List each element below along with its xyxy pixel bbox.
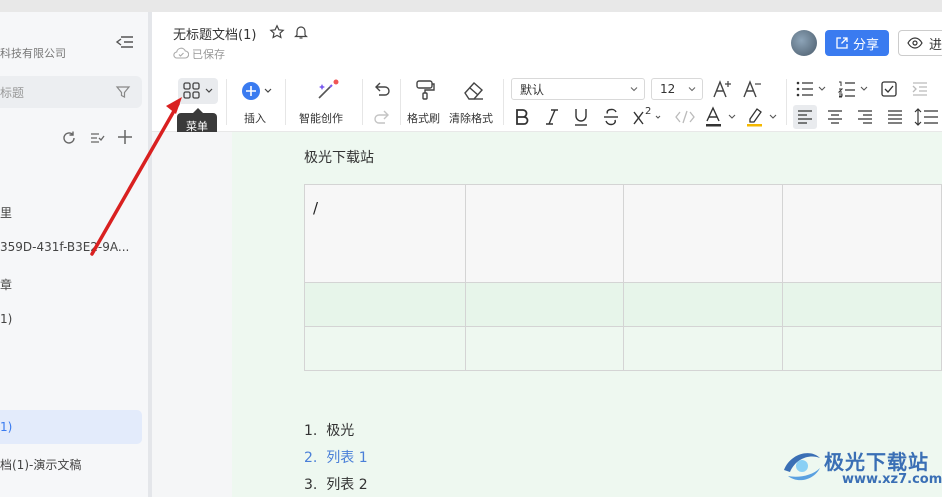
sidebar-item[interactable]: 里 [0,204,12,221]
clear-format-label[interactable]: 清除格式 [449,110,493,126]
cloud-saved-icon [173,46,189,60]
collapse-sidebar-icon[interactable] [115,33,135,51]
sidebar-item[interactable]: 359D-431f-B3E2-9A... [0,240,129,254]
toolbar-separator [362,79,363,125]
line-spacing-icon[interactable] [914,107,942,127]
table-cell-text[interactable]: / [305,185,465,217]
watermark-logo [778,442,826,490]
table-cell[interactable] [782,326,942,371]
font-family-select[interactable]: 默认 [511,78,645,100]
font-family-value: 默认 [520,82,545,97]
table-cell[interactable] [464,282,625,327]
save-status: 已保存 [192,48,225,61]
share-button[interactable]: 分享 [825,30,889,56]
refresh-icon[interactable] [60,129,78,147]
company-name: 科技有限公司 [0,47,66,60]
toolbar-separator [226,79,227,125]
chevron-down-icon [688,87,696,92]
share-icon [836,37,848,49]
table-cell[interactable]: / [304,184,466,283]
indent-icon[interactable] [911,80,929,98]
document-title[interactable]: 无标题文档(1) [173,24,256,43]
document-table[interactable]: / [304,184,942,371]
bold-icon[interactable] [513,107,531,127]
ai-create-label[interactable]: 智能创作 [299,110,343,126]
watermark-name: 极光下载站 [824,450,929,474]
table-cell[interactable] [623,282,784,327]
bell-icon[interactable] [293,24,309,40]
sidebar-search-input[interactable]: 标题 [0,84,24,101]
align-right-icon[interactable] [856,108,874,126]
list-item-number: 1. [304,423,318,439]
format-brush-icon[interactable] [413,78,437,102]
align-center-icon[interactable] [826,108,844,126]
redo-icon[interactable] [372,108,392,126]
multi-select-icon[interactable] [88,129,106,147]
font-size-select[interactable]: 12 [651,78,703,100]
filter-icon[interactable] [115,84,131,100]
undo-icon[interactable] [372,80,392,98]
eraser-icon[interactable] [461,78,487,102]
list-item-text[interactable]: 列表 1 [326,450,367,466]
user-avatar[interactable] [791,30,817,56]
strikethrough-icon[interactable] [602,107,620,127]
font-color-icon[interactable] [704,106,738,128]
view-label: 进 [929,37,942,53]
magic-wand-icon[interactable] [313,78,341,104]
list-item[interactable]: 2. 列表 1 [304,447,368,467]
code-icon[interactable] [674,107,696,127]
document-heading[interactable]: 极光下载站 [304,147,374,167]
format-brush-label[interactable]: 格式刷 [407,110,440,126]
list-item-number: 2. [304,450,318,466]
table-cell[interactable] [464,326,625,371]
font-size-value: 12 [660,82,676,96]
table-cell[interactable] [464,184,625,283]
window-top-strip [0,0,942,12]
bullet-list-icon[interactable] [795,80,829,98]
sidebar-item[interactable]: 章 [0,276,12,293]
numbered-list-icon[interactable] [837,80,871,98]
table-cell[interactable] [623,326,784,371]
table-cell[interactable] [304,282,466,327]
table-cell[interactable] [782,282,942,327]
toolbar-separator [503,79,504,125]
toolbar-separator [400,79,401,125]
list-item-text[interactable]: 列表 2 [326,477,367,493]
table-cell[interactable] [782,184,942,283]
align-left-icon[interactable] [796,108,814,126]
list-item[interactable]: 1. 极光 [304,420,354,440]
insert-icon[interactable] [241,80,277,102]
grid-menu-icon [183,82,213,99]
star-icon[interactable] [269,24,285,40]
highlight-icon[interactable] [745,106,779,128]
menu-button[interactable] [178,78,218,104]
chevron-down-icon [630,87,638,92]
share-label: 分享 [852,37,879,53]
sidebar-item-selected[interactable]: 1) [0,420,12,434]
increase-font-icon[interactable] [711,78,733,100]
view-button[interactable]: 进 [898,30,942,56]
table-cell[interactable] [623,184,784,283]
toolbar-separator [786,79,787,125]
align-justify-icon[interactable] [886,108,904,126]
insert-label[interactable]: 插入 [244,110,266,126]
watermark-url: www.xz7.com [842,472,942,487]
add-icon[interactable] [116,128,134,146]
sidebar-item[interactable]: 1) [0,312,12,326]
checkbox-list-icon[interactable] [880,80,898,98]
eye-icon [907,37,923,49]
toolbar-separator [285,79,286,125]
list-item-number: 3. [304,477,318,493]
superscript-icon[interactable]: 2 [632,106,664,127]
sidebar-item-selected-bg[interactable] [0,410,142,444]
italic-icon[interactable] [543,107,561,127]
superscript-mark: 2 [645,106,652,117]
table-cell[interactable] [304,326,466,371]
decrease-font-icon[interactable] [741,78,763,100]
list-item[interactable]: 3. 列表 2 [304,474,368,494]
underline-icon[interactable] [572,107,590,127]
sidebar-item[interactable]: 档(1)-演示文稿 [0,456,81,473]
list-item-text[interactable]: 极光 [326,423,354,439]
